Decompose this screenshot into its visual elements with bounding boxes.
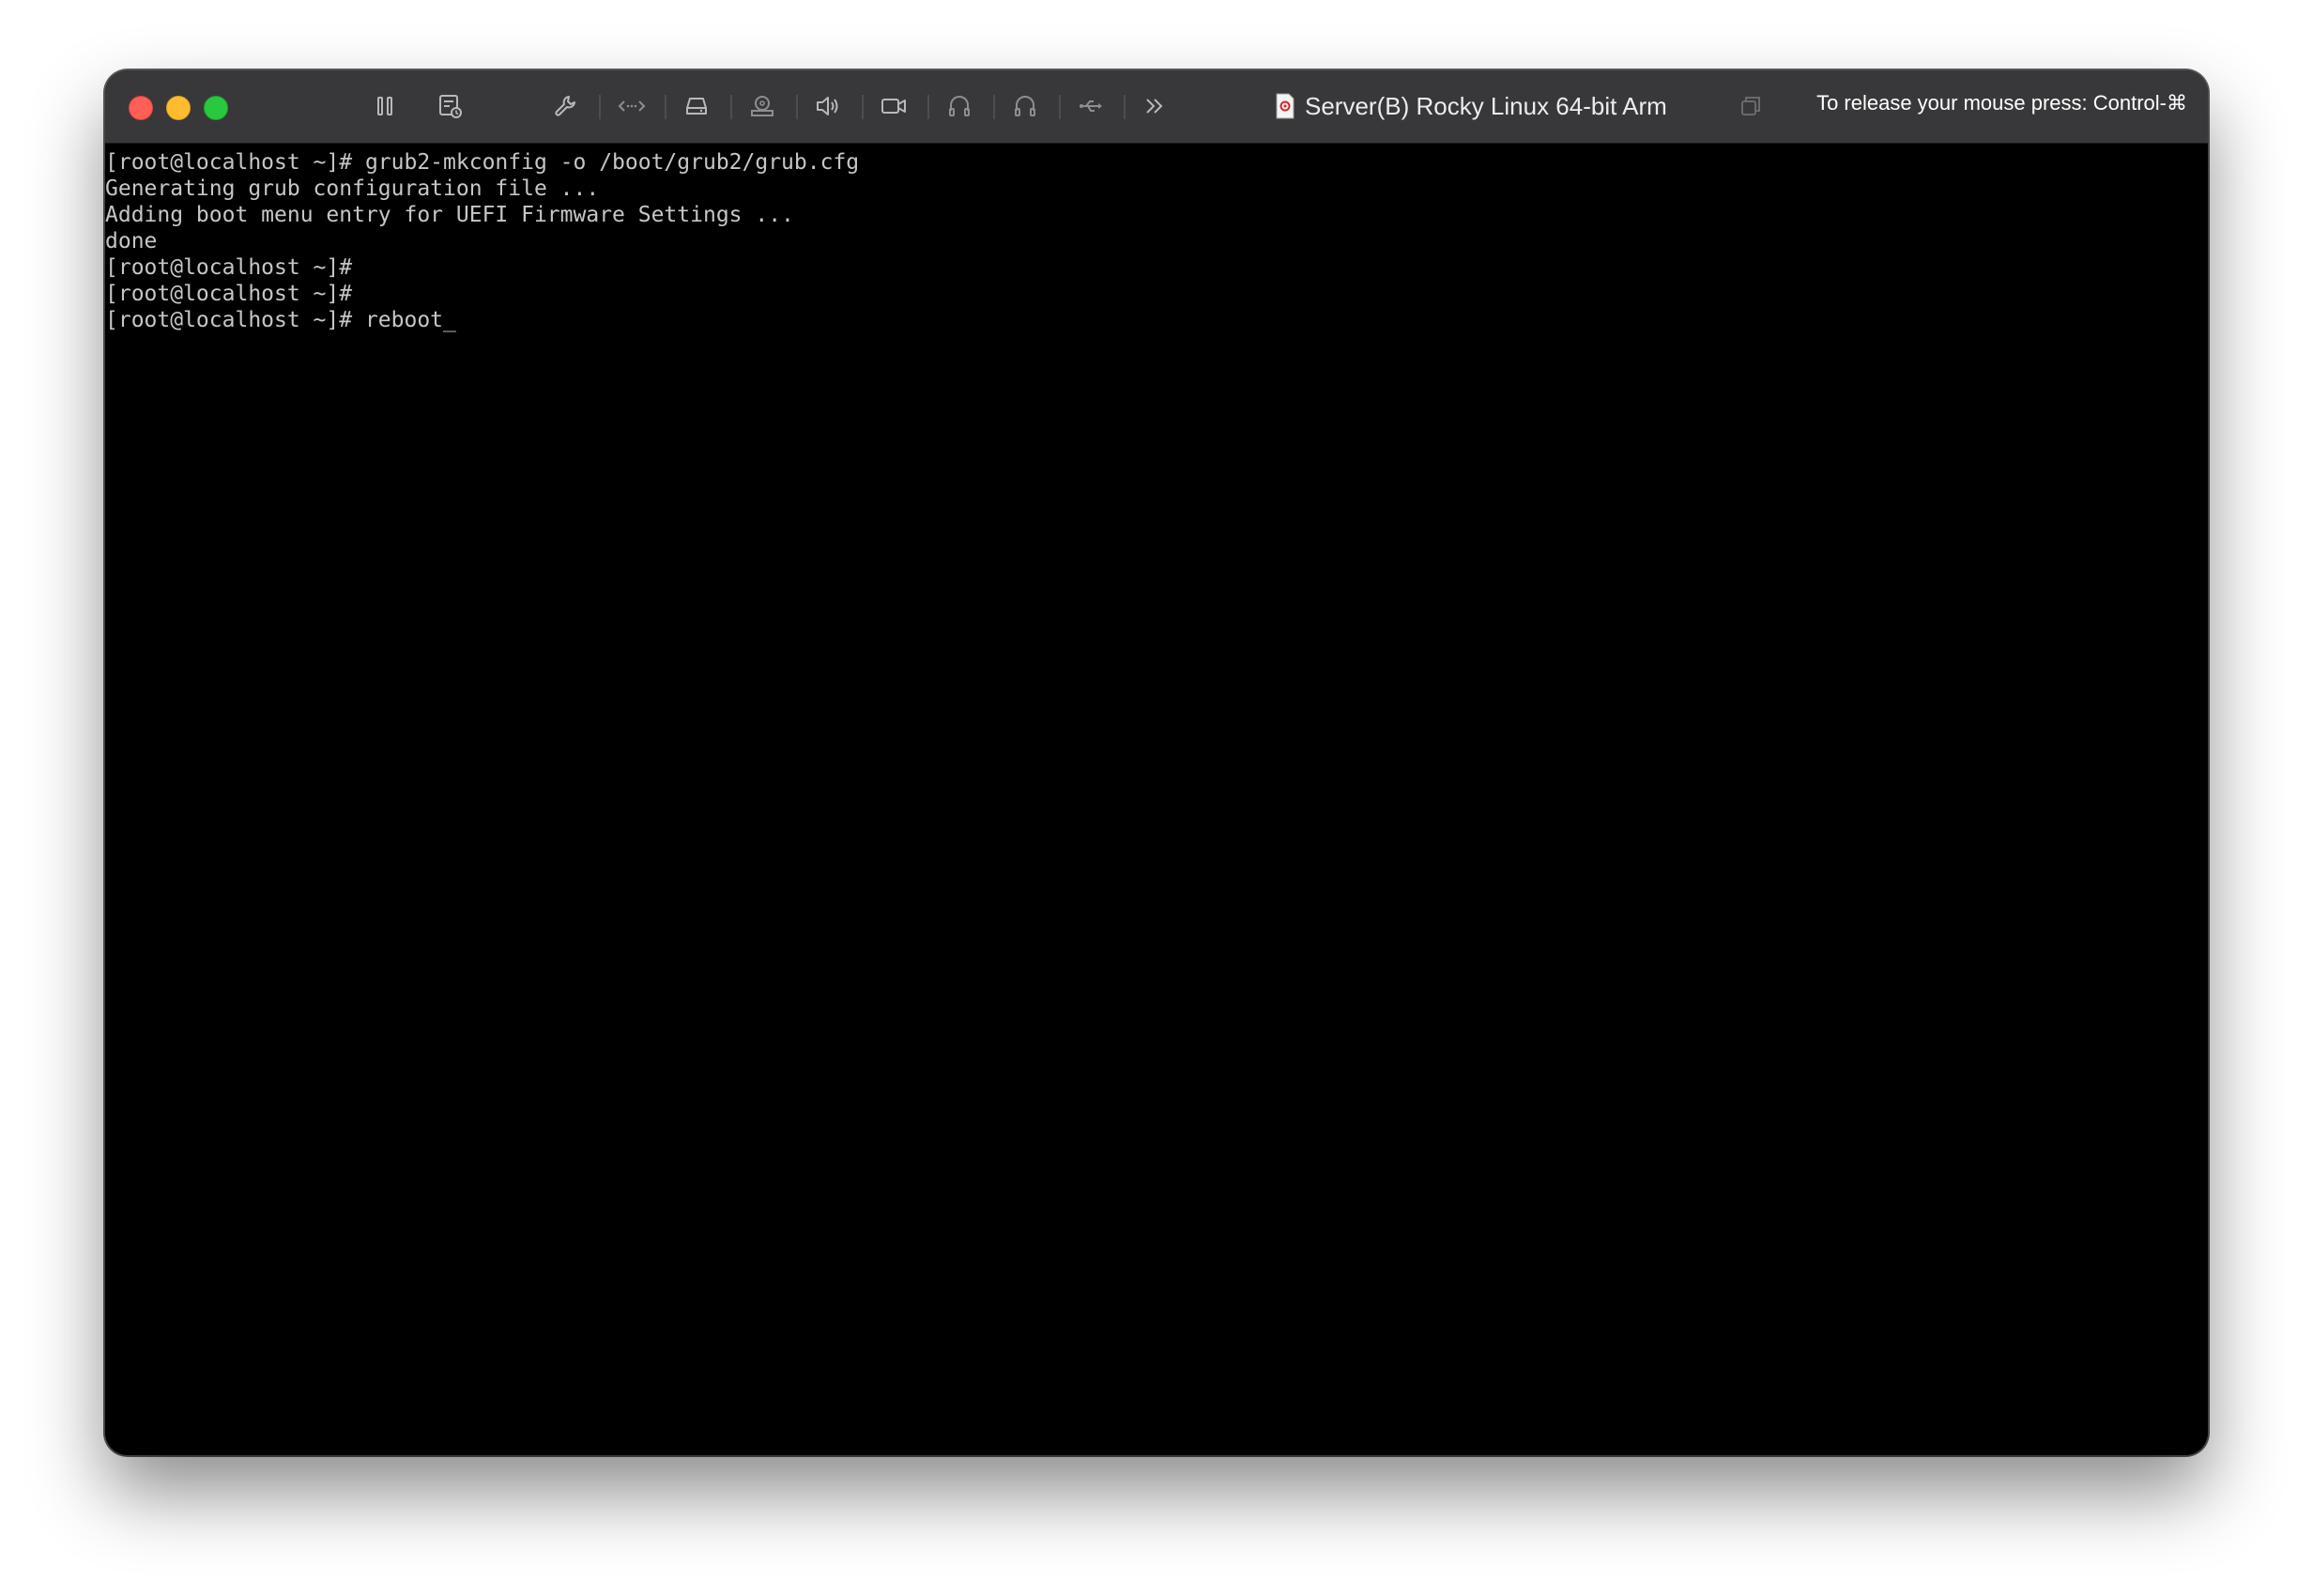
console-line: [root@localhost ~]# grub2-mkconfig -o /b… <box>105 150 860 175</box>
usb-icon[interactable] <box>1072 87 1110 125</box>
console-line: Adding boot menu entry for UEFI Firmware… <box>105 203 794 227</box>
sound-icon[interactable] <box>808 87 846 125</box>
hard-disk-icon[interactable] <box>678 87 715 125</box>
console-line: [root@localhost ~]# <box>105 255 353 280</box>
snapshot-settings-icon[interactable] <box>432 87 469 125</box>
wrench-icon[interactable] <box>547 87 585 125</box>
more-icon[interactable] <box>1135 87 1172 125</box>
headset-icon[interactable] <box>1006 87 1044 125</box>
zoom-button[interactable] <box>204 96 228 120</box>
window-title: Server(B) Rocky Linux 64-bit Arm <box>1275 87 1667 125</box>
network-icon[interactable] <box>613 87 651 125</box>
console-prompt-line: [root@localhost ~]# reboot_ <box>105 307 2208 333</box>
pause-icon[interactable] <box>366 87 404 125</box>
text-cursor: _ <box>443 308 456 332</box>
vm-console-screen[interactable]: [root@localhost ~]# grub2-mkconfig -o /b… <box>105 144 2208 1455</box>
console-line: [root@localhost ~]# <box>105 282 353 306</box>
camera-icon[interactable] <box>875 87 912 125</box>
console-line: Generating grub configuration file ... <box>105 176 600 201</box>
title-bar[interactable]: Server(B) Rocky Linux 64-bit Arm To rele… <box>105 70 2208 144</box>
minimize-button[interactable] <box>166 96 191 120</box>
vm-window: Server(B) Rocky Linux 64-bit Arm To rele… <box>105 70 2208 1455</box>
console-output: [root@localhost ~]# grub2-mkconfig -o /b… <box>105 144 2208 333</box>
console-current-command: [root@localhost ~]# reboot <box>105 308 444 332</box>
vm-title-text: Server(B) Rocky Linux 64-bit Arm <box>1305 91 1667 120</box>
vm-document-icon <box>1275 93 1295 119</box>
console-line: done <box>105 229 158 253</box>
mouse-release-hint: To release your mouse press: Control-⌘ <box>1816 91 2187 115</box>
cd-dvd-icon[interactable] <box>743 87 781 125</box>
headphones-icon[interactable] <box>941 87 978 125</box>
copy-icon[interactable] <box>1734 89 1768 123</box>
close-button[interactable] <box>129 96 153 120</box>
